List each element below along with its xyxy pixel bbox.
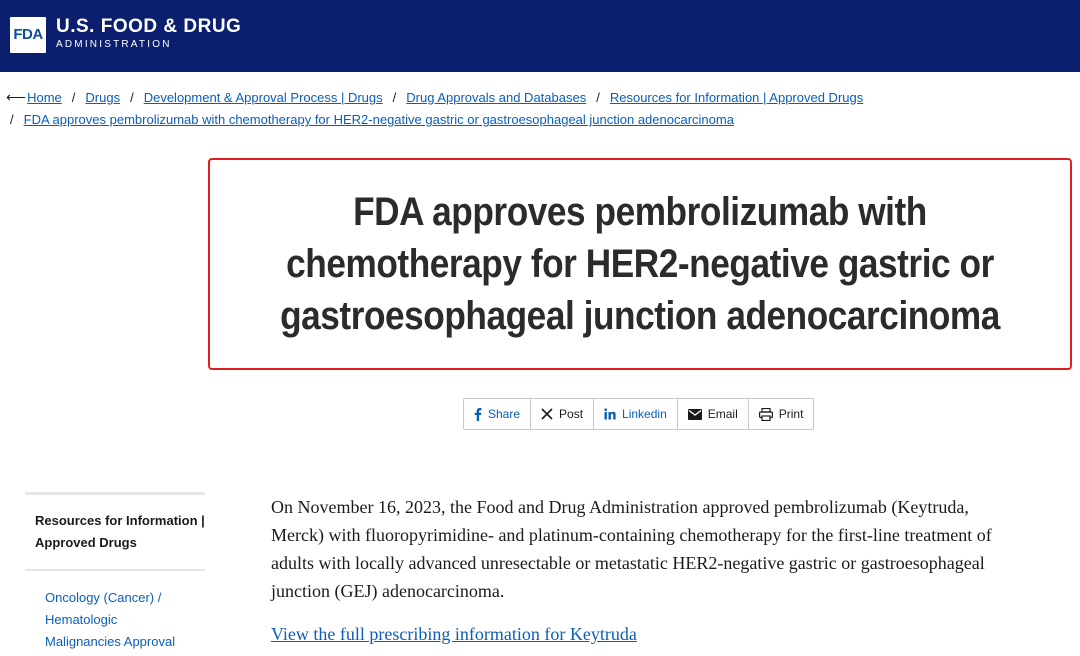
- print-icon: [758, 407, 773, 421]
- share-facebook-button[interactable]: Share: [464, 399, 532, 429]
- breadcrumb-separator: /: [392, 90, 397, 105]
- share-toolbar: Share Post Linkedin Email Print: [463, 398, 815, 430]
- breadcrumb: ⟵Home / Drugs / Development & Approval Proce…: [6, 86, 1066, 131]
- email-icon: [687, 408, 702, 420]
- sidebar-item-oncology-approvals[interactable]: Oncology (Cancer) / Hematologic Malignan…: [45, 587, 195, 653]
- breadcrumb-separator: /: [10, 112, 14, 127]
- sidebar-divider: [25, 569, 205, 571]
- logo-text: FDA: [13, 26, 43, 43]
- linkedin-button-label: Linkedin: [622, 407, 667, 421]
- title-highlight-box: FDA approves pembrolizumab with chemothe…: [208, 158, 1072, 370]
- prescribing-info-link[interactable]: View the full prescribing information fo…: [271, 620, 637, 648]
- article-paragraph: On November 16, 2023, the Food and Drug …: [271, 497, 992, 601]
- linkedin-icon: [604, 408, 616, 420]
- breadcrumb-drug-approvals-databases[interactable]: Drug Approvals and Databases: [406, 90, 586, 105]
- facebook-icon: [474, 407, 482, 421]
- breadcrumb-drugs[interactable]: Drugs: [85, 90, 120, 105]
- share-email-button[interactable]: Email: [678, 399, 749, 429]
- sidebar-heading[interactable]: Resources for Information | Approved Dru…: [35, 510, 205, 554]
- fda-logo[interactable]: FDA: [10, 17, 46, 53]
- share-button-label: Share: [488, 407, 521, 421]
- email-button-label: Email: [707, 407, 738, 421]
- site-header: FDA U.S. FOOD & DRUG ADMINISTRATION: [0, 0, 1080, 72]
- breadcrumb-current-page[interactable]: FDA approves pembrolizumab with chemothe…: [24, 112, 734, 127]
- breadcrumb-separator: /: [71, 90, 76, 105]
- breadcrumb-separator: /: [130, 90, 134, 105]
- print-button[interactable]: Print: [749, 399, 814, 429]
- arrow-left-icon: ⟵: [6, 89, 27, 105]
- post-button-label: Post: [559, 407, 584, 421]
- breadcrumb-separator: /: [596, 90, 600, 105]
- x-icon: [541, 408, 553, 420]
- share-x-button[interactable]: Post: [531, 399, 595, 429]
- print-button-label: Print: [778, 407, 804, 421]
- share-linkedin-button[interactable]: Linkedin: [594, 399, 678, 429]
- page-title: FDA approves pembrolizumab with chemothe…: [280, 190, 1000, 338]
- breadcrumb-resources-approved-drugs[interactable]: Resources for Information | Approved Dru…: [610, 90, 863, 105]
- sidebar-divider: [25, 492, 205, 495]
- agency-name[interactable]: U.S. FOOD & DRUG: [56, 16, 241, 38]
- breadcrumb-home[interactable]: Home: [27, 90, 62, 105]
- breadcrumb-development-approval[interactable]: Development & Approval Process | Drugs: [144, 90, 383, 105]
- agency-subtitle: ADMINISTRATION: [56, 39, 172, 50]
